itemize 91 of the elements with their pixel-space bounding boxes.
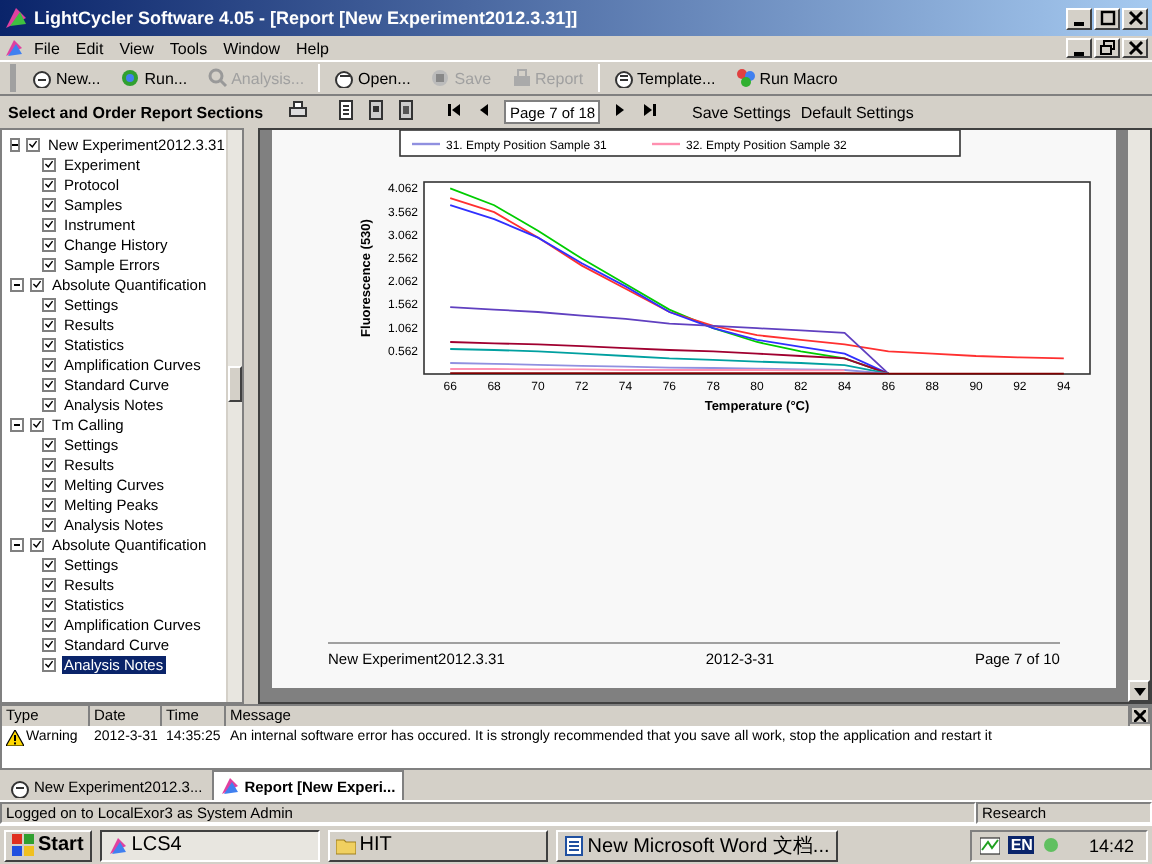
menu-item[interactable]: Window — [217, 39, 287, 57]
scroll-down-button[interactable] — [1128, 680, 1150, 702]
toolbar-button[interactable]: Open... — [328, 66, 417, 90]
run-icon — [120, 68, 141, 88]
export-icon — [366, 100, 386, 120]
checkbox[interactable] — [42, 197, 56, 211]
checkbox[interactable] — [42, 377, 56, 391]
export-button[interactable] — [366, 100, 386, 124]
menu-item[interactable]: File — [28, 39, 66, 57]
magnifier-icon — [207, 68, 228, 88]
page-view-button[interactable] — [336, 100, 356, 124]
menu-item[interactable]: View — [113, 39, 160, 57]
report-icon — [220, 776, 241, 796]
first-page-icon — [444, 100, 464, 120]
folder-icon — [335, 835, 356, 855]
taskbar-button[interactable]: HIT — [327, 829, 548, 861]
toolbar-button[interactable]: New... — [26, 66, 107, 90]
checkbox[interactable] — [42, 497, 56, 511]
checkbox[interactable] — [42, 657, 56, 671]
checkbox[interactable] — [42, 457, 56, 471]
collapse-toggle[interactable] — [10, 417, 24, 431]
checkbox[interactable] — [42, 217, 56, 231]
menu-item[interactable]: Help — [290, 39, 335, 57]
minimize-button[interactable] — [1066, 38, 1092, 58]
checkbox[interactable] — [42, 557, 56, 571]
collapse-toggle[interactable] — [10, 137, 20, 151]
checkbox[interactable] — [42, 597, 56, 611]
document-icon — [4, 38, 24, 58]
checkbox[interactable] — [30, 537, 44, 551]
checkbox[interactable] — [42, 437, 56, 451]
warning-icon — [6, 729, 24, 745]
checkbox[interactable] — [42, 337, 56, 351]
scrollbar[interactable] — [1128, 130, 1150, 702]
checkbox[interactable] — [30, 417, 44, 431]
export-icon — [396, 100, 416, 120]
maximize-icon — [1099, 10, 1115, 26]
monitor-icon — [980, 835, 1001, 855]
lock-icon — [511, 68, 532, 88]
checkbox[interactable] — [42, 237, 56, 251]
down-arrow-icon — [1133, 687, 1145, 695]
checkbox[interactable] — [42, 577, 56, 591]
checkbox[interactable] — [42, 397, 56, 411]
toolbar-grip-icon — [8, 64, 18, 92]
maximize-button[interactable] — [1094, 7, 1120, 29]
collapse-toggle[interactable] — [10, 537, 24, 551]
print-icon — [288, 100, 308, 120]
menu-item[interactable]: Edit — [69, 39, 110, 57]
checkbox[interactable] — [26, 137, 40, 151]
collapse-toggle[interactable] — [10, 277, 24, 291]
close-icon — [1134, 709, 1146, 721]
toolbar-button[interactable]: Run Macro — [729, 66, 844, 90]
checkbox[interactable] — [42, 257, 56, 271]
close-icon — [1127, 40, 1143, 56]
checkbox[interactable] — [42, 157, 56, 171]
checkbox[interactable] — [42, 317, 56, 331]
checkbox[interactable] — [42, 357, 56, 371]
checkbox[interactable] — [42, 637, 56, 651]
toolbar-link[interactable]: Save Settings — [692, 103, 791, 121]
taskbar-button[interactable]: LCS4 — [99, 829, 320, 861]
status-icon — [1042, 836, 1061, 854]
app-logo-icon — [4, 6, 28, 30]
checkbox[interactable] — [42, 517, 56, 531]
checkbox[interactable] — [42, 477, 56, 491]
checkbox[interactable] — [30, 277, 44, 291]
toolbar-button[interactable]: Run... — [114, 66, 194, 90]
taskbar-button[interactable]: New Microsoft Word 文档... — [555, 829, 838, 861]
scrollbar[interactable] — [225, 130, 242, 702]
page-view-icon — [336, 100, 356, 120]
app-logo-icon — [107, 835, 128, 855]
toolbar-link[interactable]: Default Settings — [800, 103, 914, 121]
start-button[interactable]: Start — [4, 829, 92, 861]
macro-icon — [735, 68, 756, 88]
restore-button[interactable] — [1094, 38, 1120, 58]
export-button[interactable] — [396, 100, 416, 124]
close-icon — [1127, 10, 1143, 26]
checkbox[interactable] — [42, 617, 56, 631]
clock: 14:42 — [1088, 835, 1134, 855]
checkbox[interactable] — [42, 297, 56, 311]
document-icon — [563, 835, 584, 855]
window-title: LightCycler Software 4.05 - [Report [New Experiment2012.3.31]] — [34, 8, 580, 28]
close-button[interactable] — [1130, 706, 1150, 724]
language-indicator[interactable]: EN — [1008, 836, 1035, 854]
last-page-icon — [640, 100, 660, 120]
menu-item[interactable]: Tools — [163, 39, 214, 57]
minimize-button[interactable] — [1066, 7, 1092, 29]
windows-logo-icon — [12, 834, 34, 856]
save-icon — [430, 68, 451, 88]
checkbox[interactable] — [42, 177, 56, 191]
toolbar-button[interactable]: Template... — [607, 66, 722, 90]
restore-icon — [1099, 40, 1115, 56]
section-heading: Select and Order Report Sections — [6, 103, 266, 121]
